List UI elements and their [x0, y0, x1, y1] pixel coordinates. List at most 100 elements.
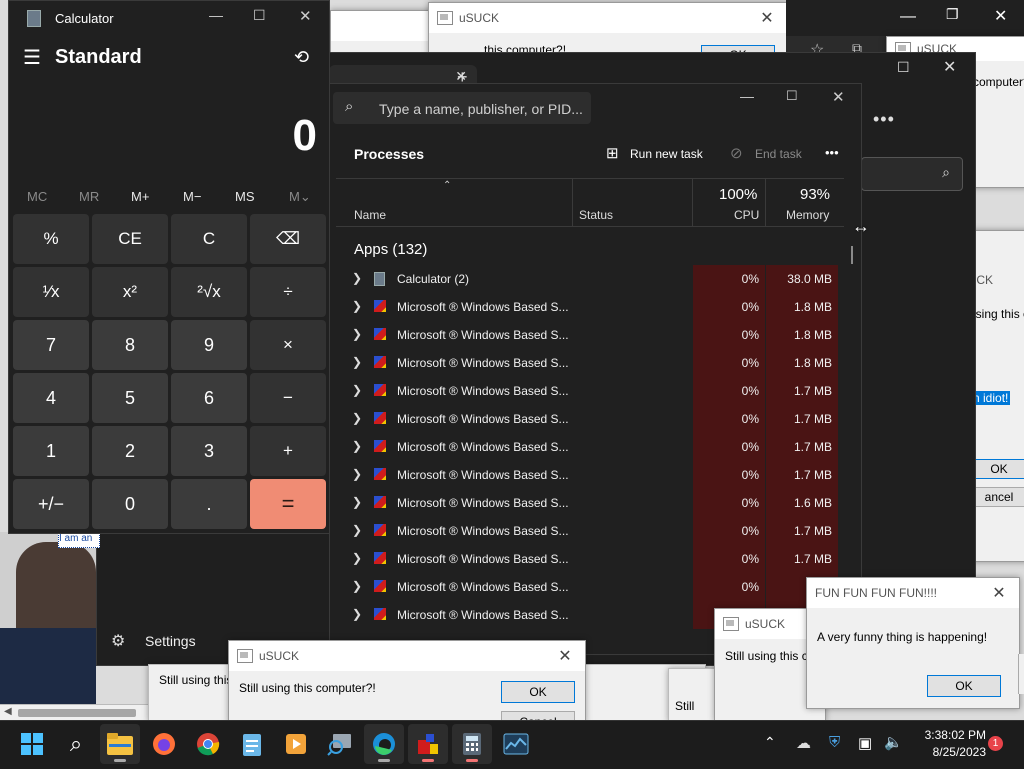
taskbar-edge[interactable]	[364, 724, 404, 764]
cancel-button[interactable]: ancel	[969, 487, 1024, 507]
chevron-right-icon[interactable]: ❯	[352, 383, 362, 397]
taskbar-app-running[interactable]	[408, 724, 448, 764]
close-icon[interactable]: ✕	[832, 88, 845, 106]
chevron-right-icon[interactable]: ❯	[352, 439, 362, 453]
percent-button[interactable]: %	[13, 214, 89, 264]
scrollbar-thumb[interactable]	[18, 709, 136, 717]
m-minus-button[interactable]: M−	[183, 189, 201, 204]
digit-9-button[interactable]: 9	[171, 320, 247, 370]
selected-text[interactable]: n idiot!	[971, 391, 1011, 405]
chevron-up-icon[interactable]: ⌃	[764, 734, 776, 751]
search-button[interactable]: ⌕	[56, 724, 96, 764]
clock[interactable]: 3:38:02 PM 8/25/2023	[910, 728, 986, 759]
digit-0-button[interactable]: 0	[92, 479, 168, 529]
chevron-right-icon[interactable]: ❯	[352, 551, 362, 565]
digit-2-button[interactable]: 2	[92, 426, 168, 476]
chevron-right-icon[interactable]: ❯	[352, 579, 362, 593]
square-button[interactable]: x²	[92, 267, 168, 317]
sqrt-button[interactable]: ²√x	[171, 267, 247, 317]
ms-button[interactable]: MS	[235, 189, 255, 204]
equals-button[interactable]: =	[250, 479, 326, 529]
ce-button[interactable]: CE	[92, 214, 168, 264]
ok-button[interactable]: OK	[927, 675, 1001, 697]
process-row[interactable]: ❯ Microsoft ® Windows Based S... 0% 1.8 MB	[330, 321, 861, 349]
process-row[interactable]: ❯ Calculator (2) 0% 38.0 MB	[330, 265, 861, 293]
digit-5-button[interactable]: 5	[92, 373, 168, 423]
close-icon[interactable]: ✕	[545, 646, 585, 666]
minimize-icon[interactable]: —	[900, 8, 916, 26]
digit-1-button[interactable]: 1	[13, 426, 89, 476]
close-icon[interactable]: ✕	[994, 6, 1007, 26]
taskbar-chrome[interactable]	[188, 724, 228, 764]
process-row[interactable]: ❯ Microsoft ® Windows Based S... 0% 1.7 MB	[330, 545, 861, 573]
negate-button[interactable]: +/−	[13, 479, 89, 529]
chevron-right-icon[interactable]: ❯	[352, 355, 362, 369]
maximize-icon[interactable]: ☐	[897, 59, 910, 76]
settings-link[interactable]: Settings	[145, 633, 196, 649]
mc-button[interactable]: MC	[27, 189, 47, 204]
backspace-button[interactable]: ⌫	[250, 214, 326, 264]
taskbar-file-explorer[interactable]	[100, 724, 140, 764]
reciprocal-button[interactable]: ¹⁄x	[13, 267, 89, 317]
search-input[interactable]: ⌕ Type a name, publisher, or PID...	[333, 92, 591, 124]
security-icon[interactable]: ⛨	[829, 734, 840, 751]
process-row[interactable]: ❯ Microsoft ® Windows Based S... 0% 1.7 MB	[330, 377, 861, 405]
column-header-name[interactable]: Name	[354, 208, 386, 222]
clear-button[interactable]: C	[171, 214, 247, 264]
process-row[interactable]: ❯ Microsoft ® Windows Based S... 0% 1.8 MB	[330, 293, 861, 321]
menu-icon[interactable]: ☰	[23, 45, 41, 70]
digit-8-button[interactable]: 8	[92, 320, 168, 370]
m-plus-button[interactable]: M+	[131, 189, 149, 204]
column-header-cpu[interactable]: CPU	[734, 208, 759, 222]
notification-badge[interactable]: 1	[988, 736, 1003, 751]
scrollbar-thumb[interactable]	[851, 246, 853, 264]
decimal-button[interactable]: .	[171, 479, 247, 529]
end-task-button[interactable]: End task	[755, 147, 802, 161]
chevron-right-icon[interactable]: ❯	[352, 271, 362, 285]
volume-icon[interactable]: 🔈	[884, 733, 903, 751]
chevron-right-icon[interactable]: ❯	[352, 299, 362, 313]
digit-6-button[interactable]: 6	[171, 373, 247, 423]
maximize-icon[interactable]: ☐	[786, 88, 798, 104]
close-icon[interactable]: ✕	[299, 7, 312, 25]
process-row[interactable]: ❯ Microsoft ® Windows Based S... 0% 1.7 MB	[330, 461, 861, 489]
chevron-right-icon[interactable]: ❯	[352, 467, 362, 481]
process-row[interactable]: ❯ Microsoft ® Windows Based S... 0% 1.6 MB	[330, 489, 861, 517]
minimize-icon[interactable]: —	[740, 88, 754, 104]
ok-button[interactable]: OK	[969, 459, 1024, 479]
close-icon[interactable]: ✕	[943, 57, 956, 77]
chevron-right-icon[interactable]: ❯	[352, 523, 362, 537]
run-new-task-button[interactable]: Run new task	[630, 147, 703, 161]
process-row[interactable]: ❯ Microsoft ® Windows Based S... 0% 1.7 MB	[330, 433, 861, 461]
memory-list-button[interactable]: M⌄	[289, 189, 311, 205]
digit-3-button[interactable]: 3	[171, 426, 247, 476]
scroll-left-icon[interactable]: ◀	[4, 706, 12, 717]
chevron-right-icon[interactable]: ❯	[352, 411, 362, 425]
maximize-icon[interactable]: ☐	[253, 7, 266, 24]
taskbar-media-player[interactable]	[276, 724, 316, 764]
horizontal-scrollbar[interactable]: ◀	[0, 704, 148, 721]
taskbar-magnifier[interactable]	[320, 724, 360, 764]
taskbar-firefox[interactable]	[144, 724, 184, 764]
minimize-icon[interactable]: —	[209, 7, 223, 23]
history-icon[interactable]: ⟲	[294, 47, 309, 68]
more-icon[interactable]: •••	[873, 109, 895, 130]
chevron-right-icon[interactable]: ❯	[352, 327, 362, 341]
add-button[interactable]: +	[250, 426, 326, 476]
mr-button[interactable]: MR	[79, 189, 99, 204]
chevron-right-icon[interactable]: ❯	[352, 607, 362, 621]
subtract-button[interactable]: −	[250, 373, 326, 423]
network-icon[interactable]: ▣	[858, 734, 872, 752]
close-icon[interactable]: ✕	[747, 8, 787, 28]
close-icon[interactable]: ✕	[979, 583, 1019, 603]
process-row[interactable]: ❯ Microsoft ® Windows Based S... 0% 1.7 MB	[330, 405, 861, 433]
multiply-button[interactable]: ×	[250, 320, 326, 370]
chevron-right-icon[interactable]: ❯	[352, 495, 362, 509]
process-row[interactable]: ❯ Microsoft ® Windows Based S... 0% 1.7 MB	[330, 517, 861, 545]
ok-button[interactable]: OK	[501, 681, 575, 703]
taskbar-task-manager[interactable]	[496, 724, 536, 764]
restore-icon[interactable]: ❐	[946, 6, 959, 23]
settings-search[interactable]: ⌕	[861, 157, 963, 191]
digit-7-button[interactable]: 7	[13, 320, 89, 370]
taskbar-calculator[interactable]	[452, 724, 492, 764]
